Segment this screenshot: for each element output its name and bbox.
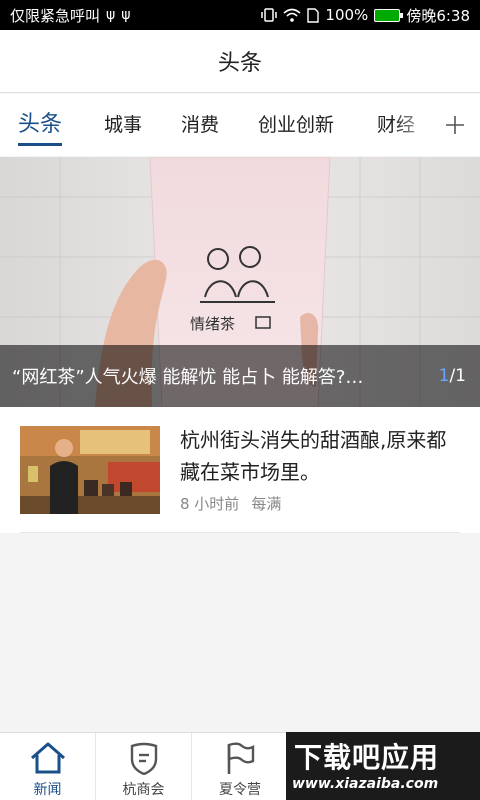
banner-caption: “网红茶”人气火爆 能解忧 能占卜 能解答?… (12, 367, 364, 388)
nav-news[interactable]: 新闻 (0, 733, 96, 800)
nav-camp[interactable]: 夏令营 (192, 733, 288, 800)
watermark-url: www.xiazaiba.com (292, 776, 439, 792)
tabs-fade (394, 94, 434, 156)
battery-percent: 100% (325, 6, 369, 24)
status-bar: 仅限紧急呼叫 ψ ψ 100% 傍晚6:38 (0, 0, 480, 30)
vibrate-icon (261, 8, 278, 22)
news-thumbnail (20, 426, 160, 514)
news-source: 每满 (251, 495, 282, 513)
home-icon (30, 742, 65, 774)
category-tabs: 头条 城事 消费 创业创新 财经 (0, 94, 480, 156)
tab-city[interactable]: 城事 (104, 94, 142, 156)
news-time: 8 小时前 (180, 495, 240, 513)
pager-total: /1 (449, 366, 466, 386)
nav-chamber[interactable]: 杭商会 (96, 733, 192, 800)
banner-caption-bar: “网红茶”人气火爆 能解忧 能占卜 能解答?… 1/1 (0, 345, 480, 407)
clock: 傍晚6:38 (406, 6, 470, 25)
cup-text: 情绪茶 (190, 315, 235, 333)
app-header: 头条 (0, 30, 480, 93)
tab-entrepreneurship[interactable]: 创业创新 (258, 94, 334, 156)
tab-consumption[interactable]: 消费 (181, 94, 219, 156)
news-meta: 8 小时前 每满 (180, 493, 281, 514)
watermark-title: 下载吧应用 (294, 741, 440, 774)
watermark: 下载吧应用 www.xiazaiba.com (286, 732, 480, 800)
nav-camp-label: 夏令营 (219, 782, 261, 798)
nav-chamber-label: 杭商会 (122, 782, 165, 798)
sim-icon (307, 7, 320, 23)
tab-headlines[interactable]: 头条 (18, 94, 63, 156)
featured-banner[interactable]: 情绪茶 “网红茶”人气火爆 能解忧 能占卜 能解答?… 1/1 (0, 157, 480, 407)
pager-current: 1 (438, 366, 450, 386)
list-item[interactable]: 杭州街头消失的甜酒酿,原来都藏在菜市场里。 8 小时前 每满 (20, 407, 460, 533)
nav-news-label: 新闻 (33, 782, 62, 798)
page-title: 头条 (217, 51, 262, 76)
news-list: 杭州街头消失的甜酒酿,原来都藏在菜市场里。 8 小时前 每满 (0, 407, 480, 533)
carrier-text: 仅限紧急呼叫 (10, 6, 101, 25)
plus-icon (446, 116, 464, 134)
flag-icon (227, 742, 255, 774)
news-headline: 杭州街头消失的甜酒酿,原来都藏在菜市场里。 (180, 428, 447, 484)
banner-pager: 1/1 (439, 366, 466, 386)
shield-icon (130, 742, 157, 775)
usb-icon: ψ (106, 7, 116, 23)
battery-icon (374, 8, 404, 22)
usb-icon: ψ (121, 7, 131, 23)
wifi-icon (283, 8, 301, 22)
add-tab-button[interactable] (430, 94, 480, 156)
